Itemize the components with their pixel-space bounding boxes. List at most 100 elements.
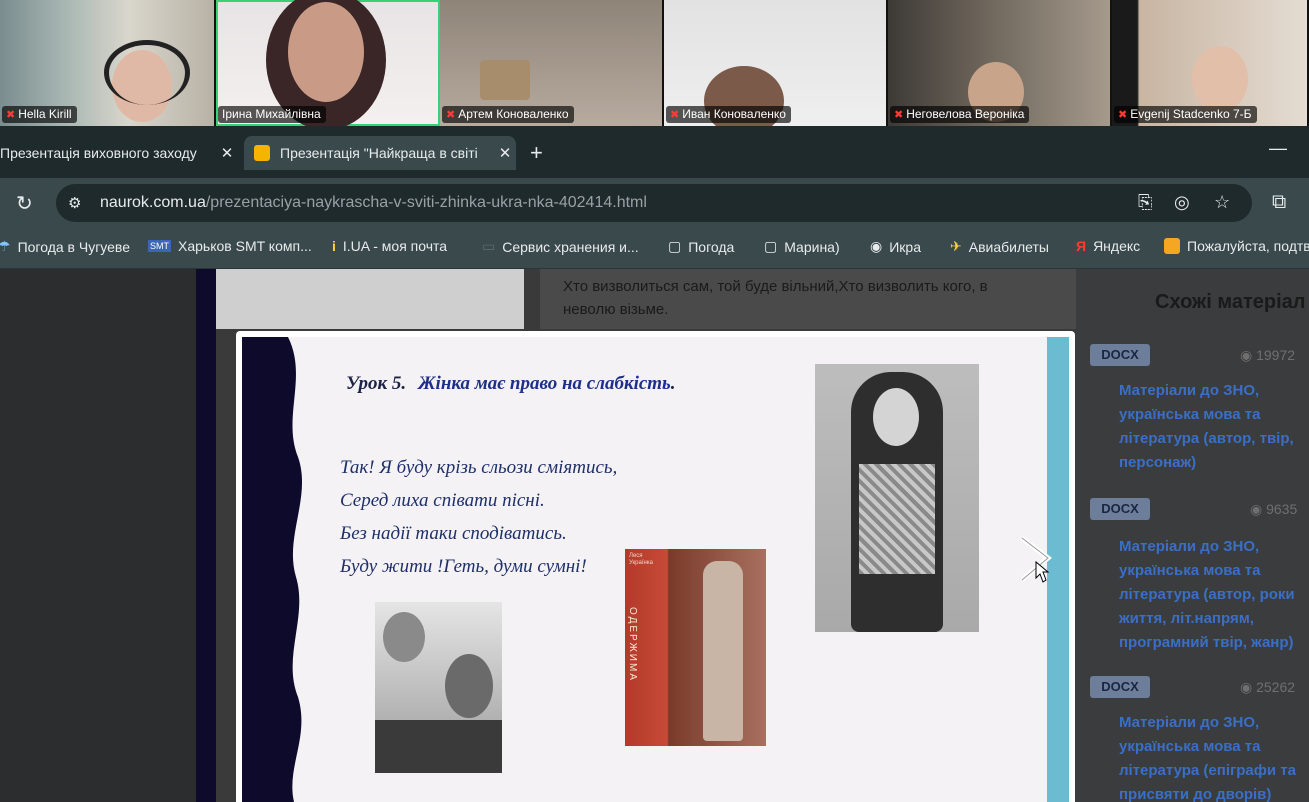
new-tab-icon[interactable]: + xyxy=(530,140,543,166)
mic-muted-icon: ✖ xyxy=(6,109,16,121)
globe-icon: ◉ xyxy=(870,238,883,254)
eye-off-icon[interactable]: ◎ xyxy=(1174,192,1190,213)
slide-thumbnail[interactable] xyxy=(216,269,524,329)
address-bar[interactable]: ⚙ naurok.com.ua/prezentaciya-naykrascha-… xyxy=(56,184,1252,222)
tab-presentation-event[interactable]: Презентація виховного заходу ✕ xyxy=(0,136,238,170)
bookmark-item[interactable]: ▭ Сервис хранения и... xyxy=(482,238,639,255)
docx-badge: DOCX xyxy=(1090,498,1150,520)
participant-tile[interactable]: ✖ Hella Kirill xyxy=(0,0,216,126)
portrait-blouse xyxy=(859,464,935,574)
views-count: ◉ 19972 xyxy=(1240,347,1296,363)
slide-thumbnails-strip xyxy=(196,269,216,802)
poem-line: Серед лиха співати пісні. xyxy=(340,490,545,511)
close-icon[interactable]: ✕ xyxy=(494,144,516,162)
poem-line: Без надії таки сподіватись. xyxy=(340,523,567,544)
bookmark-item[interactable]: ▢ Марина) xyxy=(764,238,840,255)
naurok-favicon-icon xyxy=(254,145,270,161)
participant-tile[interactable]: ✖ Иван Коноваленко xyxy=(664,0,888,126)
participant-tile[interactable]: Ірина Михайлівна xyxy=(216,0,440,126)
url-text[interactable]: naurok.com.ua/prezentaciya-naykrascha-v-… xyxy=(100,194,647,212)
headphones xyxy=(104,40,190,105)
participant-name: ✖ Hella Kirill xyxy=(2,106,77,123)
photo-person-woman xyxy=(383,612,425,662)
bookmark-item[interactable]: Я Яндекс xyxy=(1076,238,1140,254)
participant-face xyxy=(288,2,364,102)
iua-logo-icon: i xyxy=(332,238,336,254)
book-author: Леся Українка xyxy=(629,553,653,566)
docx-badge: DOCX xyxy=(1090,676,1150,698)
tab-presentation-best[interactable]: Презентація "Найкраща в світі ✕ xyxy=(244,136,516,170)
slide-quote-text: Хто визволиться сам, той буде вільний,Хт… xyxy=(563,278,988,318)
poem-line: Так! Я буду крізь сльози сміятись, xyxy=(340,457,618,478)
bookmark-item[interactable]: Пожалуйста, подтв xyxy=(1164,238,1309,254)
eye-icon: ◉ xyxy=(1240,679,1253,695)
install-app-icon[interactable]: ⎘ xyxy=(1138,192,1152,213)
slide-viewer: Урок 5. Жінка має право на слабкість. Так… xyxy=(236,331,1075,802)
photo-person-man xyxy=(445,654,493,718)
lesya-portrait-photo xyxy=(815,364,979,632)
bookmark-item[interactable]: ▢ Погода xyxy=(668,238,734,255)
next-slide-icon[interactable] xyxy=(1018,534,1058,584)
participant-name: ✖ Иван Коноваленко xyxy=(666,106,791,123)
photo-bottom xyxy=(375,720,502,773)
video-strip: ✖ Hella Kirill Ірина Михайлівна ✖ Артем Ко… xyxy=(0,0,1309,126)
storage-icon: ▭ xyxy=(482,238,496,254)
poem-line: Буду жити !Геть, думи сумні! xyxy=(340,556,587,577)
tab-bar: Презентація виховного заходу ✕ Презентац… xyxy=(0,126,1309,178)
participant-name: ✖ Артем Коноваленко xyxy=(442,106,574,123)
extensions-icon[interactable]: ⧉ xyxy=(1272,191,1286,214)
mic-muted-icon: ✖ xyxy=(446,109,456,121)
historic-photo xyxy=(375,602,502,773)
tab-title: Презентація виховного заходу xyxy=(0,145,197,161)
puzzle-logo-icon xyxy=(1164,238,1180,254)
bookmark-item[interactable]: ◉ Икра xyxy=(870,238,921,255)
plane-icon: ✈ xyxy=(950,238,962,254)
bookmark-item[interactable]: SMT Харьков SMT комп... xyxy=(148,238,312,254)
folder-icon: ▢ xyxy=(764,238,778,254)
participant-tile[interactable]: ✖ Evgenij Stadcenko 7-Б xyxy=(1112,0,1309,126)
weather-icon: ☂ xyxy=(0,238,11,255)
lesson-heading: Урок 5. Жінка має право на слабкість. xyxy=(346,373,676,394)
eye-icon: ◉ xyxy=(1250,501,1263,517)
participant-name: ✖ Неговелова Вероніка xyxy=(890,106,1030,123)
browser-toolbar: ↻ ⚙ naurok.com.ua/prezentaciya-naykrasch… xyxy=(0,178,1309,228)
minimize-icon[interactable]: — xyxy=(1269,138,1287,159)
bookmark-item[interactable]: i I.UA - моя почта xyxy=(332,238,447,254)
similar-materials-title: Схожі матеріал xyxy=(1155,291,1306,313)
participant-tile[interactable]: ✖ Неговелова Вероніка xyxy=(888,0,1112,126)
views-count: ◉ 9635 xyxy=(1250,501,1298,517)
material-link[interactable]: Матеріали до ЗНО, українська мова та літ… xyxy=(1119,379,1309,475)
participant-name: ✖ Evgenij Stadcenko 7-Б xyxy=(1114,106,1257,123)
eye-icon: ◉ xyxy=(1240,347,1253,363)
star-icon[interactable]: ☆ xyxy=(1214,192,1230,213)
page-margin xyxy=(0,269,195,802)
views-count: ◉ 25262 xyxy=(1240,679,1296,695)
book-cover-image: Леся Українка ОДЕРЖИМА xyxy=(625,549,766,746)
material-link[interactable]: Матеріали до ЗНО, українська мова та літ… xyxy=(1119,711,1309,802)
participant-video xyxy=(1192,46,1248,112)
reload-icon[interactable]: ↻ xyxy=(16,191,33,216)
bookmark-item[interactable]: ☂Погода в Чугуеве xyxy=(0,238,130,255)
participant-name: Ірина Михайлівна xyxy=(218,106,326,123)
poem: Так! Я буду крізь сльози сміятись, Серед… xyxy=(340,451,617,583)
docx-badge: DOCX xyxy=(1090,344,1150,366)
folder-icon: ▢ xyxy=(668,238,682,254)
mic-muted-icon: ✖ xyxy=(894,109,904,121)
portrait-face xyxy=(873,388,919,446)
mic-muted-icon: ✖ xyxy=(670,109,680,121)
participant-tile[interactable]: ✖ Артем Коноваленко xyxy=(440,0,664,126)
statue-figure xyxy=(703,561,743,741)
slide-decoration-wave xyxy=(242,337,303,802)
site-info-icon[interactable]: ⚙ xyxy=(68,194,81,212)
smt-logo-icon: SMT xyxy=(148,240,171,252)
yandex-icon: Я xyxy=(1076,238,1087,254)
mic-muted-icon: ✖ xyxy=(1118,109,1128,121)
tab-title: Презентація "Найкраща в світі xyxy=(280,145,478,161)
participant-video xyxy=(480,60,530,100)
book-title: ОДЕРЖИМА xyxy=(626,607,638,682)
slide: Урок 5. Жінка має право на слабкість. Так… xyxy=(242,337,1069,802)
material-link[interactable]: Матеріали до ЗНО, українська мова та літ… xyxy=(1119,535,1309,655)
bookmark-item[interactable]: ✈ Авиабилеты xyxy=(950,238,1049,255)
close-icon[interactable]: ✕ xyxy=(216,144,238,162)
bookmarks-bar: ☂Погода в Чугуеве SMTХарьков SMT комп...… xyxy=(0,228,1309,269)
